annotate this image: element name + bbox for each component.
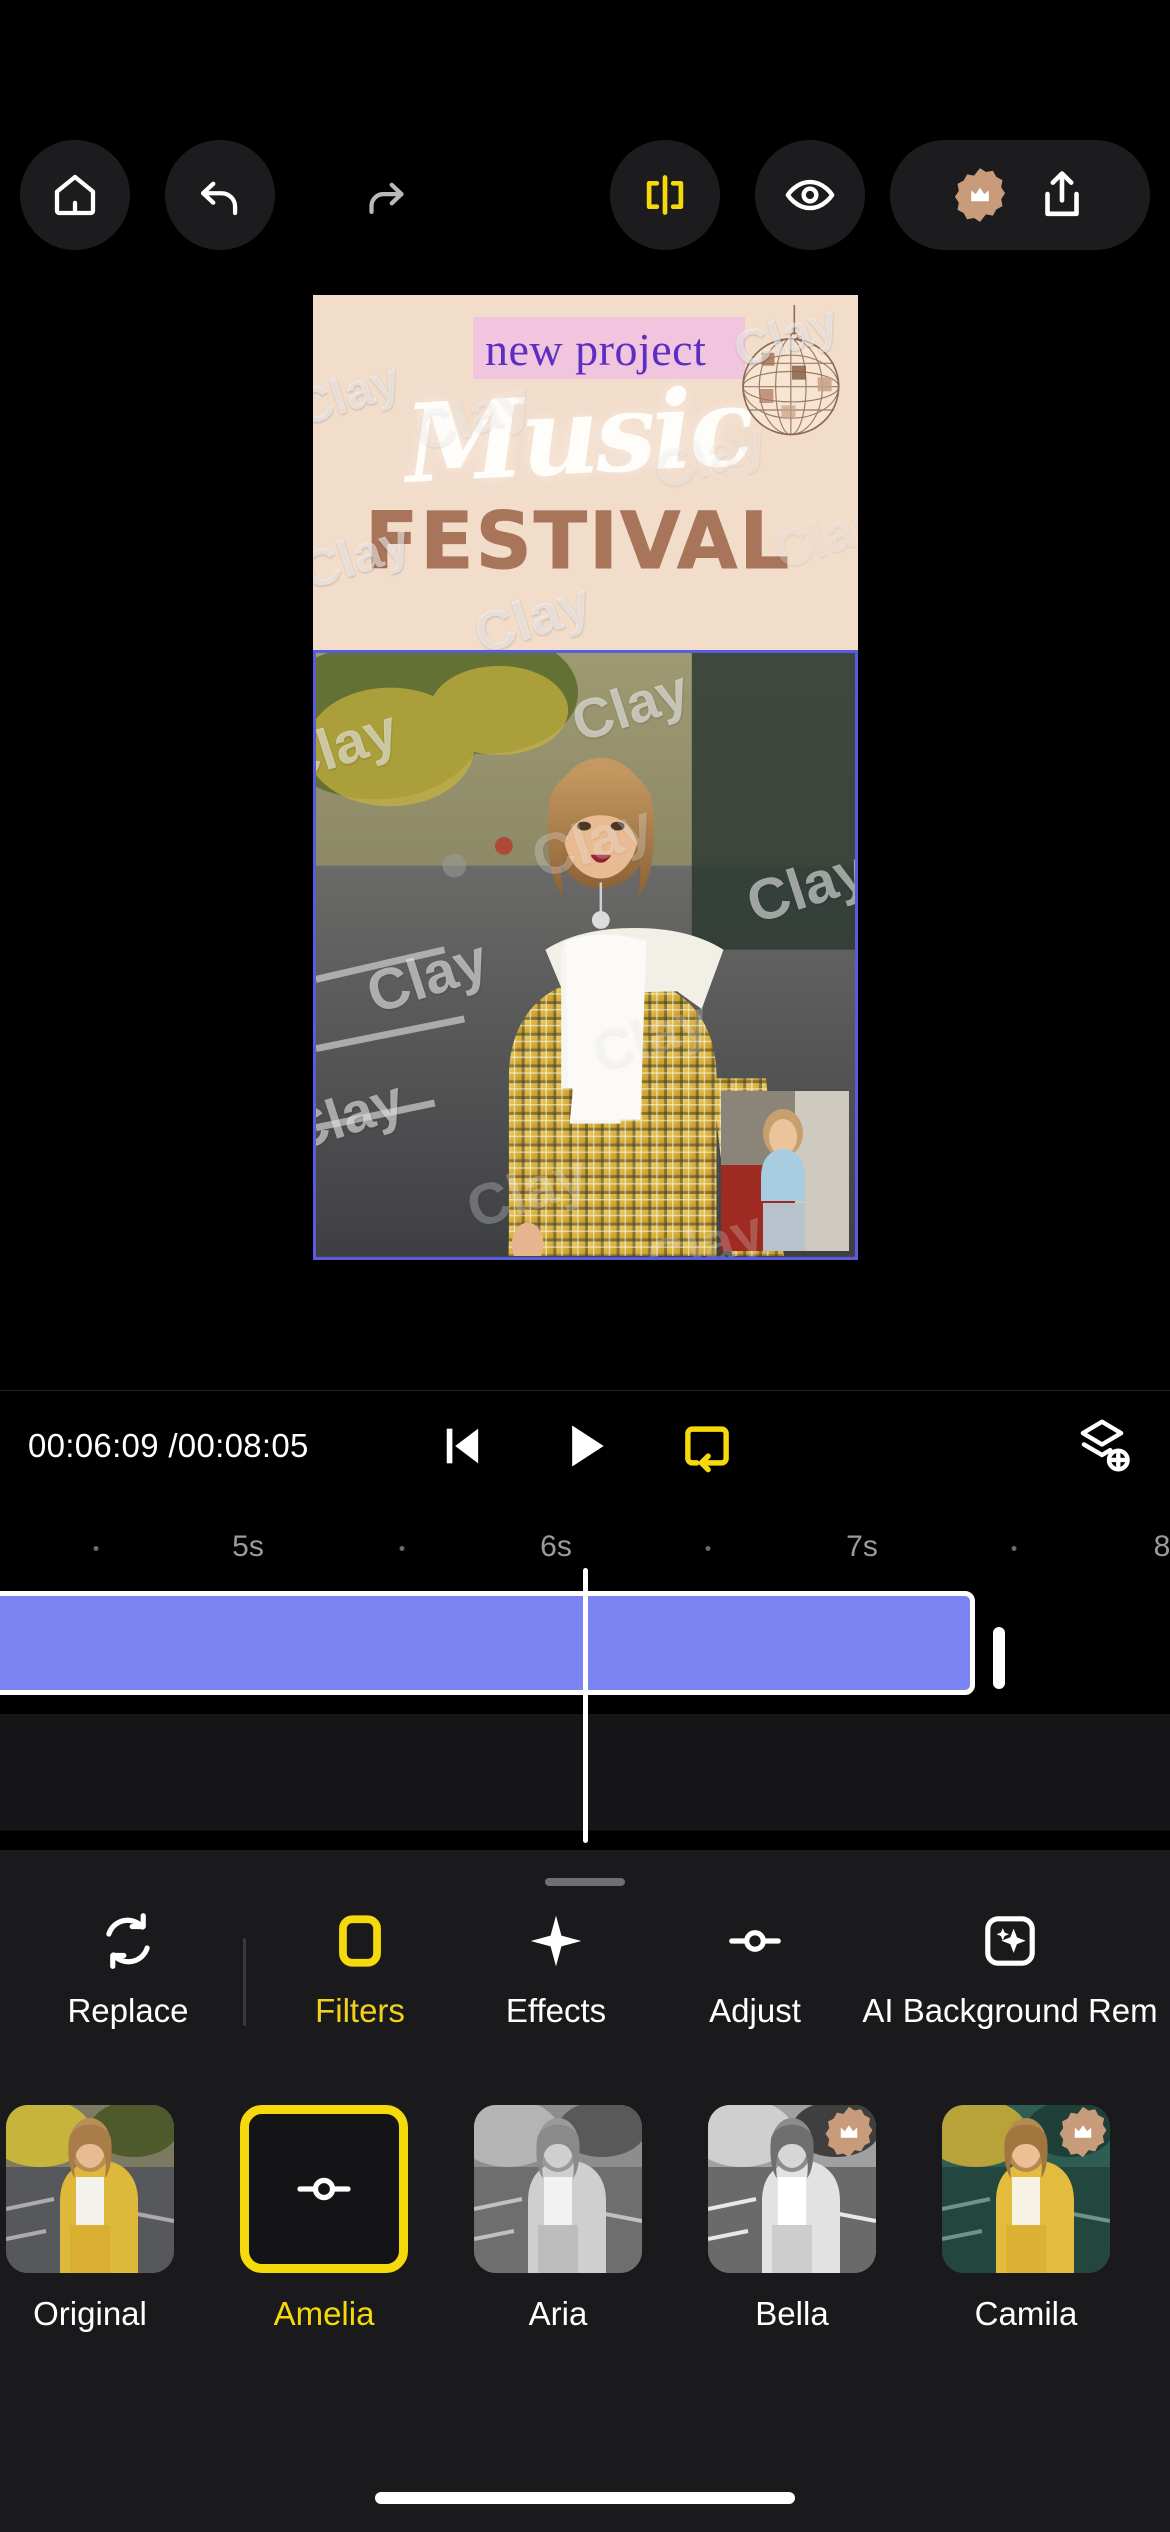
panel-drag-handle[interactable] (545, 1878, 625, 1886)
pro-badge (1052, 2105, 1110, 2163)
timeline[interactable]: 5s 6s 7s 8 (0, 1500, 1170, 1850)
preview-button[interactable] (755, 140, 865, 250)
filter-thumbnail-selected[interactable] (240, 2105, 408, 2273)
filter-label: Amelia (273, 2295, 375, 2332)
adjust-slider-icon (729, 1930, 781, 1952)
playback-controls (428, 1411, 742, 1481)
filter-thumbnail[interactable] (708, 2105, 876, 2273)
split-icon (646, 175, 684, 215)
filter-label: Original (33, 2295, 147, 2332)
crown-badge-icon (954, 168, 1006, 222)
timecode-display: 00:06:09 /00:08:05 (28, 1426, 309, 1464)
home-button[interactable] (20, 140, 130, 250)
preview-canvas[interactable]: new project Music FESTIVAL Clay Clay Cla… (0, 250, 1170, 1390)
filter-item-bella[interactable]: Bella (697, 2105, 887, 2333)
filter-item-aria[interactable]: Aria (463, 2105, 653, 2333)
tool-replace[interactable]: Replace (30, 1910, 226, 2030)
poster-bold-title: FESTIVAL (364, 497, 792, 588)
add-layer-icon (1080, 1419, 1130, 1471)
tool-label: Effects (505, 1992, 607, 2029)
ruler-tick-label: 8 (1153, 1530, 1170, 1563)
skip-to-start-icon (446, 1428, 479, 1463)
tool-label: Replace (67, 1992, 189, 2029)
ruler-tick-label: 7s (846, 1530, 878, 1563)
filter-item-amelia[interactable]: Amelia (229, 2105, 419, 2333)
ruler-minor-tick (705, 1546, 711, 1551)
eye-icon (785, 179, 835, 211)
playhead[interactable] (583, 1568, 588, 1843)
clip-trim-handle[interactable] (993, 1627, 1005, 1689)
crown-badge-icon (825, 2106, 873, 2158)
loop-icon (685, 1425, 729, 1472)
disco-ball-icon (742, 305, 840, 436)
filter-item-original[interactable]: Original (0, 2105, 185, 2333)
skip-to-start-button[interactable] (428, 1411, 498, 1481)
filter-preview-image (474, 2105, 642, 2273)
tool-strip: Replace Filters Effects Adjust AI Backgr… (0, 1910, 1170, 2100)
pro-badge (818, 2105, 876, 2163)
video-clip-layer[interactable]: Clay Clay Clay Clay Clay Clay Clay Clay … (313, 650, 858, 1260)
share-export-icon (1045, 171, 1079, 217)
crown-badge-icon (1059, 2106, 1107, 2158)
play-button[interactable] (550, 1411, 620, 1481)
poster-script-title: Music (401, 364, 754, 508)
tool-label: AI Background Rem (862, 1992, 1158, 2029)
ruler-minor-tick (399, 1546, 405, 1551)
effects-sparkle-icon (530, 1915, 582, 1967)
redo-button[interactable] (330, 140, 440, 250)
ruler-minor-tick (1011, 1546, 1017, 1551)
pip-frame-image (721, 1091, 849, 1251)
redo-icon (369, 182, 404, 215)
ruler-tick-label: 6s (540, 1530, 572, 1563)
filter-label: Aria (528, 2295, 588, 2332)
replace-refresh-icon (106, 1913, 150, 1969)
filter-preset-list[interactable]: Original Amelia Aria Bella Camila (0, 2105, 1170, 2405)
ruler-tick-label: 5s (232, 1530, 264, 1563)
loop-button[interactable] (672, 1411, 742, 1481)
tool-filters[interactable]: Filters (262, 1910, 458, 2030)
crown-badge (949, 164, 1011, 226)
tool-label: Filters (315, 1992, 405, 2029)
filter-thumbnail[interactable] (6, 2105, 174, 2273)
ai-background-remove-icon (985, 1916, 1035, 1966)
home-indicator (375, 2492, 795, 2504)
export-pro-button[interactable] (890, 140, 1150, 250)
watermark: Clay (313, 351, 407, 437)
undo-button[interactable] (165, 140, 275, 250)
filter-item-camila[interactable]: Camila (931, 2105, 1121, 2333)
tool-adjust[interactable]: Adjust (657, 1910, 853, 2030)
adjust-slider-icon (297, 2177, 351, 2201)
video-editor-screen: new project Music FESTIVAL Clay Clay Cla… (0, 0, 1170, 2532)
filter-thumbnail[interactable] (942, 2105, 1110, 2273)
add-layer-button[interactable] (1062, 1406, 1142, 1486)
ruler-minor-tick (93, 1546, 99, 1551)
tool-effects[interactable]: Effects (458, 1910, 654, 2030)
filter-preview-image (6, 2105, 174, 2273)
picture-in-picture-overlay[interactable] (721, 1091, 849, 1251)
tool-label: Adjust (709, 1992, 801, 2029)
filters-square-icon (339, 1915, 381, 1967)
filter-label: Camila (974, 2295, 1078, 2332)
poster-layer[interactable]: new project Music FESTIVAL Clay Clay Cla… (313, 295, 858, 650)
home-icon (54, 174, 96, 216)
split-button[interactable] (610, 140, 720, 250)
play-icon (572, 1424, 604, 1467)
tool-divider (243, 1938, 246, 2026)
undo-icon (200, 181, 238, 216)
playback-bar: 00:06:09 /00:08:05 (0, 1390, 1170, 1500)
filter-label: Bella (755, 2295, 829, 2332)
top-toolbar (0, 140, 1170, 250)
timeline-clip[interactable] (0, 1591, 975, 1695)
filter-thumbnail[interactable] (474, 2105, 642, 2273)
bottom-panel: Replace Filters Effects Adjust AI Backgr… (0, 1850, 1170, 2532)
tool-ai-background-remove[interactable]: AI Background Rem (862, 1910, 1158, 2030)
